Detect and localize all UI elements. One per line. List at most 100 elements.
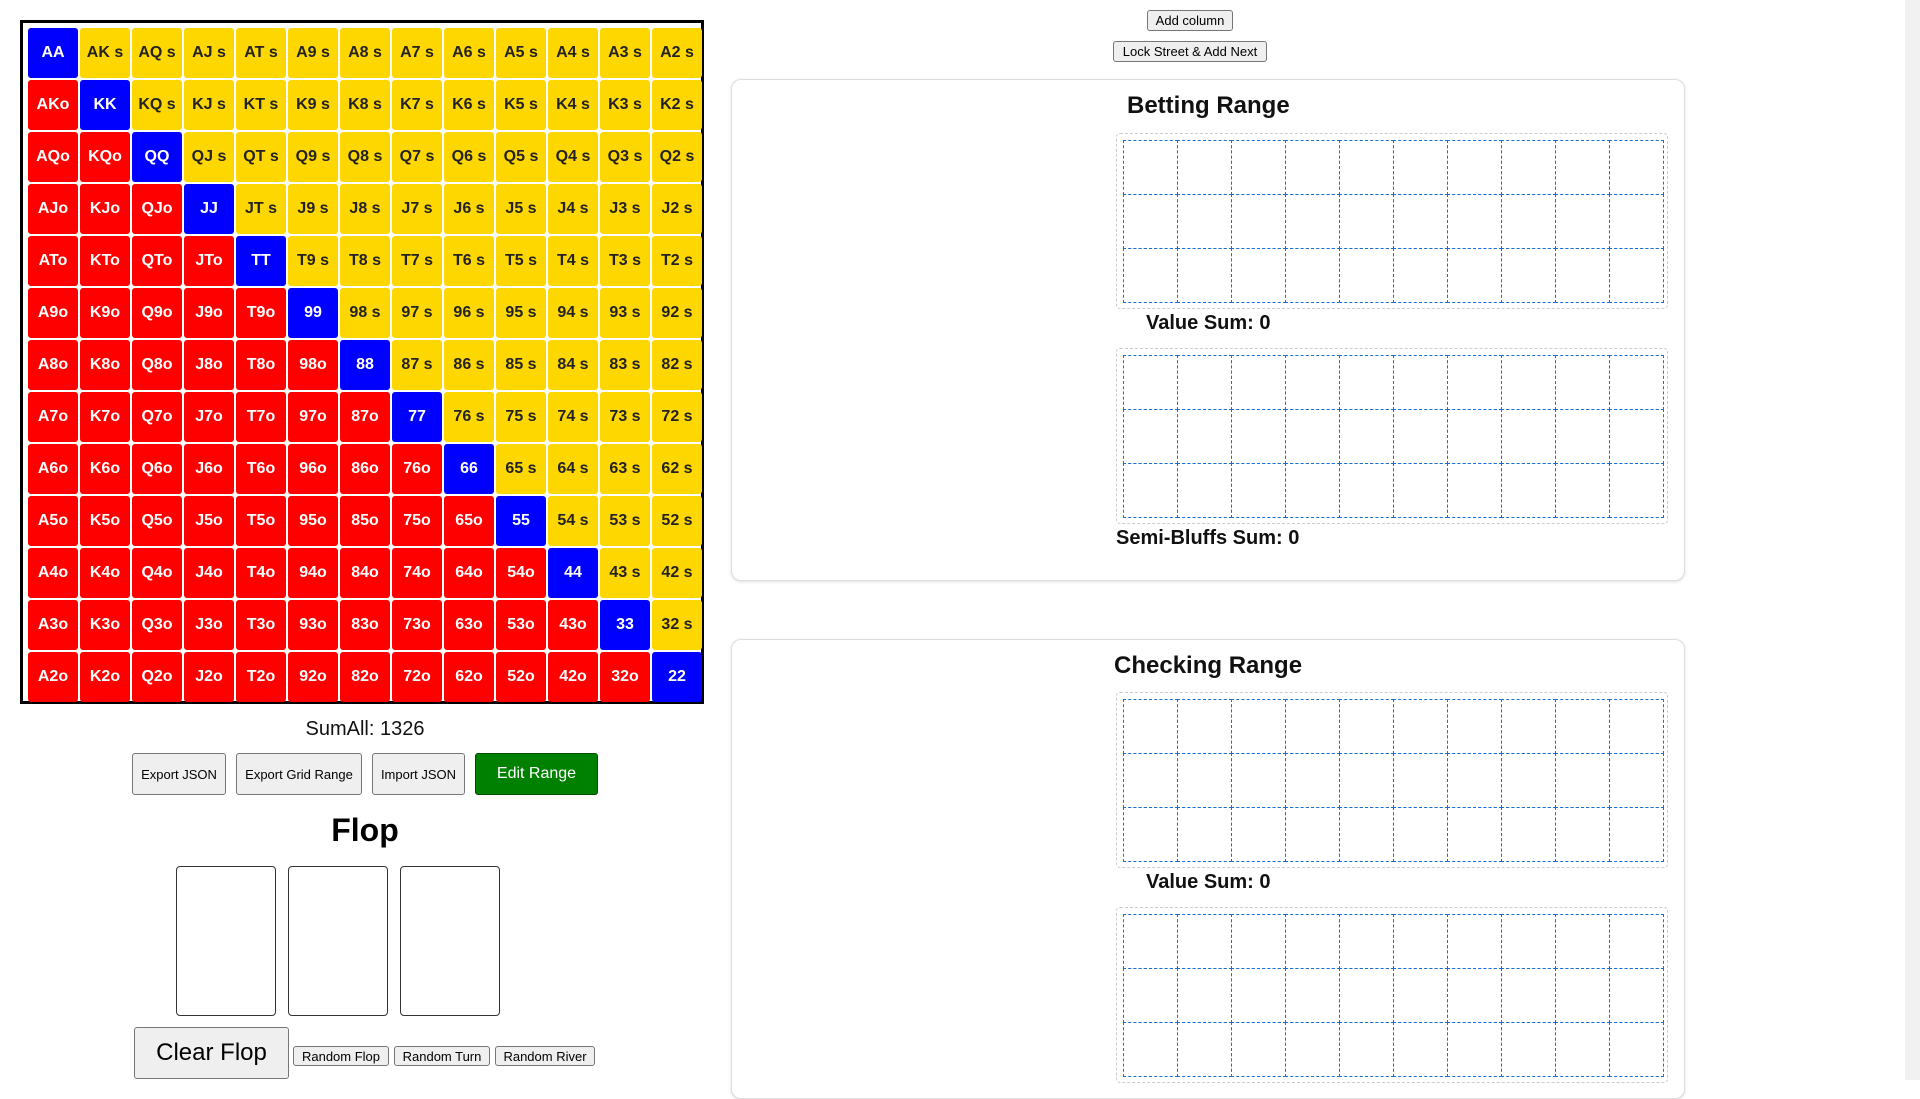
range-drop-slot[interactable] [1284, 247, 1340, 303]
hand-cell-ato[interactable]: ATo [28, 236, 78, 286]
hand-cell-94o[interactable]: 94o [288, 548, 338, 598]
hand-cell-87s[interactable]: 87 s [392, 340, 442, 390]
range-drop-slot[interactable] [1176, 139, 1232, 195]
hand-cell-j4o[interactable]: J4o [184, 548, 234, 598]
hand-cell-j2s[interactable]: J2 s [652, 184, 702, 234]
range-drop-slot[interactable] [1176, 408, 1232, 464]
hand-cell-84s[interactable]: 84 s [548, 340, 598, 390]
hand-cell-a3o[interactable]: A3o [28, 600, 78, 650]
range-drop-slot[interactable] [1554, 913, 1610, 969]
hand-cell-65o[interactable]: 65o [444, 496, 494, 546]
hand-cell-92o[interactable]: 92o [288, 652, 338, 702]
hand-cell-44[interactable]: 44 [548, 548, 598, 598]
hand-cell-94s[interactable]: 94 s [548, 288, 598, 338]
hand-cell-93s[interactable]: 93 s [600, 288, 650, 338]
hand-cell-98o[interactable]: 98o [288, 340, 338, 390]
range-drop-slot[interactable] [1608, 462, 1664, 518]
hand-cell-q6s[interactable]: Q6 s [444, 132, 494, 182]
import-json-button[interactable]: Import JSON [372, 753, 465, 795]
hand-cell-92s[interactable]: 92 s [652, 288, 702, 338]
hand-cell-52o[interactable]: 52o [496, 652, 546, 702]
hand-cell-k4o[interactable]: K4o [80, 548, 130, 598]
hand-cell-53o[interactable]: 53o [496, 600, 546, 650]
hand-cell-j7s[interactable]: J7 s [392, 184, 442, 234]
hand-cell-kts[interactable]: KT s [236, 80, 286, 130]
range-drop-slot[interactable] [1176, 1021, 1232, 1077]
range-drop-slot[interactable] [1500, 408, 1556, 464]
range-drop-slot[interactable] [1122, 193, 1178, 249]
hand-cell-qq[interactable]: QQ [132, 132, 182, 182]
hand-cell-q9s[interactable]: Q9 s [288, 132, 338, 182]
hand-cell-ajo[interactable]: AJo [28, 184, 78, 234]
range-drop-slot[interactable] [1230, 408, 1286, 464]
hand-cell-kto[interactable]: KTo [80, 236, 130, 286]
hand-cell-q9o[interactable]: Q9o [132, 288, 182, 338]
hand-cell-t7s[interactable]: T7 s [392, 236, 442, 286]
hand-cell-j3o[interactable]: J3o [184, 600, 234, 650]
hand-cell-q4s[interactable]: Q4 s [548, 132, 598, 182]
hand-cell-q5o[interactable]: Q5o [132, 496, 182, 546]
range-drop-slot[interactable] [1608, 806, 1664, 862]
hand-cell-33[interactable]: 33 [600, 600, 650, 650]
hand-cell-32o[interactable]: 32o [600, 652, 650, 702]
hand-cell-75s[interactable]: 75 s [496, 392, 546, 442]
range-drop-slot[interactable] [1176, 462, 1232, 518]
hand-cell-j7o[interactable]: J7o [184, 392, 234, 442]
range-drop-slot[interactable] [1392, 752, 1448, 808]
hand-cell-a6o[interactable]: A6o [28, 444, 78, 494]
range-drop-slot[interactable] [1284, 462, 1340, 518]
range-drop-slot[interactable] [1284, 806, 1340, 862]
hand-cell-k6o[interactable]: K6o [80, 444, 130, 494]
range-drop-slot[interactable] [1554, 354, 1610, 410]
range-drop-slot[interactable] [1230, 752, 1286, 808]
hand-cell-jj[interactable]: JJ [184, 184, 234, 234]
range-drop-slot[interactable] [1338, 139, 1394, 195]
range-drop-slot[interactable] [1230, 139, 1286, 195]
range-drop-slot[interactable] [1338, 408, 1394, 464]
hand-cell-95o[interactable]: 95o [288, 496, 338, 546]
range-drop-slot[interactable] [1554, 139, 1610, 195]
range-drop-slot[interactable] [1122, 139, 1178, 195]
range-drop-slot[interactable] [1338, 247, 1394, 303]
hand-cell-43s[interactable]: 43 s [600, 548, 650, 598]
hand-cell-t5o[interactable]: T5o [236, 496, 286, 546]
betting-semi-bluffs-dropzone[interactable] [1116, 348, 1668, 524]
range-drop-slot[interactable] [1392, 247, 1448, 303]
add-column-button[interactable]: Add column [1147, 10, 1233, 31]
hand-cell-aqo[interactable]: AQo [28, 132, 78, 182]
hand-cell-aa[interactable]: AA [28, 28, 78, 78]
range-drop-slot[interactable] [1392, 967, 1448, 1023]
hand-cell-t4s[interactable]: T4 s [548, 236, 598, 286]
range-drop-slot[interactable] [1392, 1021, 1448, 1077]
hand-cell-a5s[interactable]: A5 s [496, 28, 546, 78]
range-drop-slot[interactable] [1608, 967, 1664, 1023]
hand-cell-ats[interactable]: AT s [236, 28, 286, 78]
hand-cell-j3s[interactable]: J3 s [600, 184, 650, 234]
hand-cell-a3s[interactable]: A3 s [600, 28, 650, 78]
hand-cell-a2o[interactable]: A2o [28, 652, 78, 702]
range-drop-slot[interactable] [1392, 139, 1448, 195]
range-drop-slot[interactable] [1608, 1021, 1664, 1077]
range-drop-slot[interactable] [1284, 913, 1340, 969]
hand-cell-62s[interactable]: 62 s [652, 444, 702, 494]
range-drop-slot[interactable] [1500, 193, 1556, 249]
range-drop-slot[interactable] [1230, 193, 1286, 249]
range-drop-slot[interactable] [1500, 247, 1556, 303]
hand-cell-k8s[interactable]: K8 s [340, 80, 390, 130]
hand-cell-62o[interactable]: 62o [444, 652, 494, 702]
hand-cell-72s[interactable]: 72 s [652, 392, 702, 442]
range-drop-slot[interactable] [1122, 806, 1178, 862]
hand-cell-72o[interactable]: 72o [392, 652, 442, 702]
hand-cell-t2o[interactable]: T2o [236, 652, 286, 702]
hand-cell-qjo[interactable]: QJo [132, 184, 182, 234]
hand-cell-82o[interactable]: 82o [340, 652, 390, 702]
random-turn-button[interactable]: Random Turn [394, 1046, 490, 1066]
hand-cell-77[interactable]: 77 [392, 392, 442, 442]
hand-cell-t3s[interactable]: T3 s [600, 236, 650, 286]
range-drop-slot[interactable] [1500, 354, 1556, 410]
range-drop-slot[interactable] [1500, 1021, 1556, 1077]
range-drop-slot[interactable] [1284, 1021, 1340, 1077]
hand-cell-t4o[interactable]: T4o [236, 548, 286, 598]
range-drop-slot[interactable] [1500, 752, 1556, 808]
range-drop-slot[interactable] [1446, 1021, 1502, 1077]
